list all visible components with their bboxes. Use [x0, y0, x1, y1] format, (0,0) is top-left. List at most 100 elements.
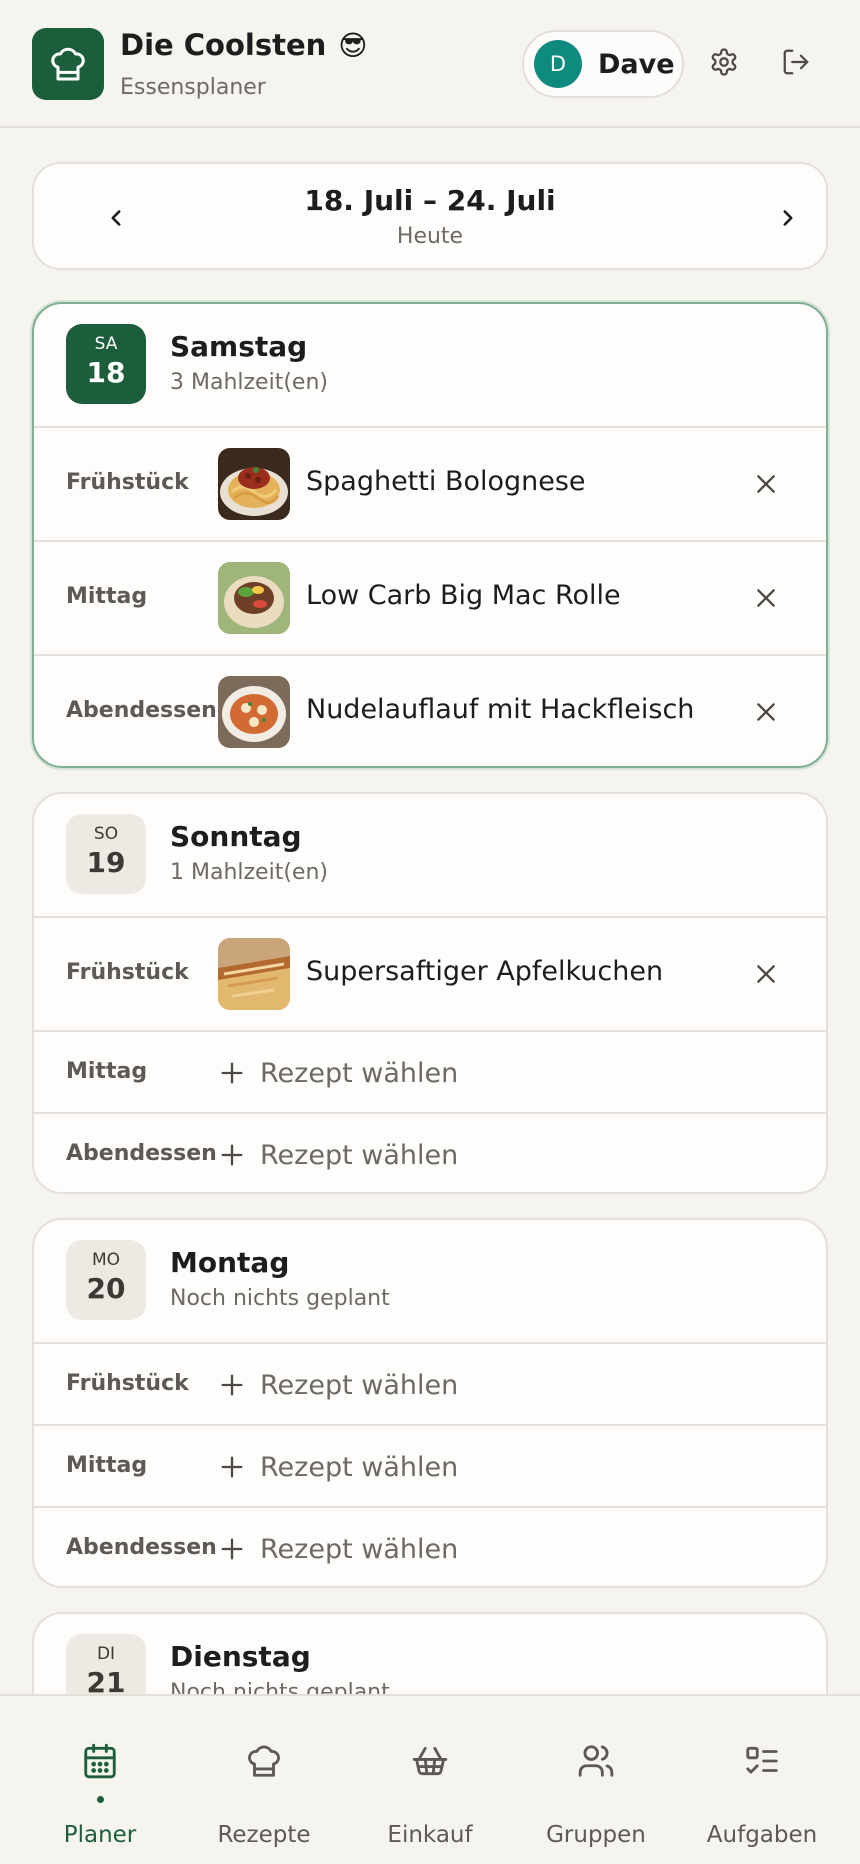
- add-recipe-button[interactable]: Rezept wählen: [218, 1528, 458, 1570]
- nav-planer[interactable]: Planer: [14, 1696, 186, 1864]
- meal-label: Mittag: [66, 1453, 148, 1478]
- meal-count: Noch nichts geplant: [170, 1286, 390, 1311]
- meal-count: 1 Mahlzeit(en): [170, 860, 328, 885]
- chef-hat-icon: [248, 1745, 280, 1777]
- day-card-saturday: SA 18 Samstag 3 Mahlzeit(en) Frühstück S…: [32, 302, 828, 768]
- add-recipe-label: Rezept wählen: [260, 1139, 459, 1171]
- day-number: 20: [86, 1272, 126, 1305]
- basket-icon: [412, 1746, 448, 1776]
- add-recipe-button[interactable]: Rezept wählen: [218, 1446, 458, 1488]
- week-range: 18. Juli – 24. Juli: [304, 184, 556, 217]
- app-header: Die Coolsten 😎 Essensplaner D Dave: [0, 0, 860, 128]
- recipe-thumbnail: [218, 448, 290, 520]
- add-recipe-label: Rezept wählen: [260, 1057, 459, 1089]
- day-header: SO 19 Sonntag 1 Mahlzeit(en): [34, 794, 826, 916]
- day-name: Samstag: [170, 330, 308, 363]
- meal-label: Mittag: [66, 584, 148, 609]
- day-card-sunday: SO 19 Sonntag 1 Mahlzeit(en) Frühstück S…: [32, 792, 828, 1194]
- plus-icon: [221, 1538, 243, 1560]
- day-badge: SA 18: [66, 324, 146, 404]
- nav-rezepte[interactable]: Rezepte: [178, 1696, 350, 1864]
- app-subtitle: Essensplaner: [120, 75, 266, 100]
- recipe-thumbnail: [218, 676, 290, 748]
- logout-icon: [783, 49, 809, 75]
- meal-row-lunch: Mittag Rezept wählen: [34, 1424, 826, 1506]
- day-name: Dienstag: [170, 1640, 311, 1673]
- meal-label: Frühstück: [66, 1371, 189, 1396]
- close-icon: [757, 475, 775, 493]
- group-name: Die Coolsten: [120, 28, 327, 62]
- meal-row-dinner: Abendessen Rezept wählen: [34, 1112, 826, 1192]
- app-logo: [32, 28, 104, 100]
- checklist-icon: [746, 1746, 778, 1774]
- recipe-thumbnail: [218, 562, 290, 634]
- plus-icon: [221, 1062, 243, 1084]
- plus-icon: [221, 1374, 243, 1396]
- recipe-name[interactable]: Low Carb Big Mac Rolle: [306, 580, 621, 611]
- meal-label: Abendessen: [66, 1141, 217, 1166]
- remove-meal-button[interactable]: [748, 956, 784, 992]
- close-icon: [757, 703, 775, 721]
- group-emoji: 😎: [338, 28, 368, 62]
- day-number: 18: [86, 356, 126, 389]
- meal-row-breakfast[interactable]: Frühstück Supersaftiger Apfelkuchen: [34, 916, 826, 1030]
- meal-row-lunch: Mittag Rezept wählen: [34, 1030, 826, 1112]
- meal-label: Mittag: [66, 1059, 148, 1084]
- meal-label: Abendessen: [66, 698, 217, 723]
- recipe-name[interactable]: Spaghetti Bolognese: [306, 466, 586, 497]
- day-abbr: SO: [93, 824, 119, 844]
- add-recipe-label: Rezept wählen: [260, 1369, 459, 1401]
- day-badge: SO 19: [66, 814, 146, 894]
- close-icon: [757, 589, 775, 607]
- bottom-navigation: Planer Rezepte Einkauf Gruppen Aufgaben: [0, 1694, 860, 1864]
- nav-einkauf[interactable]: Einkauf: [344, 1696, 516, 1864]
- nav-gruppen[interactable]: Gruppen: [510, 1696, 682, 1864]
- meal-row-breakfast[interactable]: Frühstück Spaghetti Bolognese: [34, 426, 826, 540]
- week-today-link[interactable]: Heute: [34, 224, 826, 249]
- nav-label: Aufgaben: [706, 1822, 818, 1848]
- add-recipe-label: Rezept wählen: [260, 1533, 459, 1565]
- nav-label: Gruppen: [546, 1822, 646, 1848]
- day-badge: MO 20: [66, 1240, 146, 1320]
- day-abbr: MO: [91, 1250, 121, 1270]
- day-number: 19: [86, 846, 126, 879]
- user-name: Dave: [598, 48, 675, 80]
- user-menu-button[interactable]: D Dave: [522, 30, 684, 98]
- plus-icon: [221, 1144, 243, 1166]
- recipe-name[interactable]: Supersaftiger Apfelkuchen: [306, 956, 663, 987]
- recipe-thumbnail: [218, 938, 290, 1010]
- next-week-button[interactable]: [764, 194, 812, 242]
- remove-meal-button[interactable]: [748, 580, 784, 616]
- day-card-monday: MO 20 Montag Noch nichts geplant Frühstü…: [32, 1218, 828, 1588]
- app-title: Die Coolsten 😎: [120, 28, 368, 62]
- add-recipe-label: Rezept wählen: [260, 1451, 459, 1483]
- users-icon: [578, 1745, 614, 1777]
- gear-icon: [711, 48, 737, 76]
- meal-row-dinner[interactable]: Abendessen Nudelauflauf mit Hackfleisch: [34, 654, 826, 766]
- day-abbr: DI: [96, 1644, 116, 1664]
- plus-icon: [221, 1456, 243, 1478]
- day-header: SA 18 Samstag 3 Mahlzeit(en): [34, 304, 826, 426]
- recipe-name[interactable]: Nudelauflauf mit Hackfleisch: [306, 694, 694, 725]
- meal-label: Abendessen: [66, 1535, 217, 1560]
- meal-label: Frühstück: [66, 960, 189, 985]
- remove-meal-button[interactable]: [748, 466, 784, 502]
- week-navigator: 18. Juli – 24. Juli Heute: [32, 162, 828, 270]
- day-abbr: SA: [94, 334, 118, 354]
- logout-button[interactable]: [778, 44, 814, 80]
- meal-row-lunch[interactable]: Mittag Low Carb Big Mac Rolle: [34, 540, 826, 654]
- day-header: MO 20 Montag Noch nichts geplant: [34, 1220, 826, 1342]
- nav-aufgaben[interactable]: Aufgaben: [676, 1696, 848, 1864]
- close-icon: [757, 965, 775, 983]
- day-name: Montag: [170, 1246, 290, 1279]
- nav-label: Einkauf: [387, 1822, 473, 1848]
- add-recipe-button[interactable]: Rezept wählen: [218, 1052, 458, 1094]
- chef-hat-icon: [51, 47, 85, 81]
- meal-row-breakfast: Frühstück Rezept wählen: [34, 1342, 826, 1424]
- chevron-right-icon: [783, 210, 793, 226]
- remove-meal-button[interactable]: [748, 694, 784, 730]
- add-recipe-button[interactable]: Rezept wählen: [218, 1134, 458, 1176]
- add-recipe-button[interactable]: Rezept wählen: [218, 1364, 458, 1406]
- settings-button[interactable]: [706, 44, 742, 80]
- nav-label: Planer: [63, 1822, 137, 1848]
